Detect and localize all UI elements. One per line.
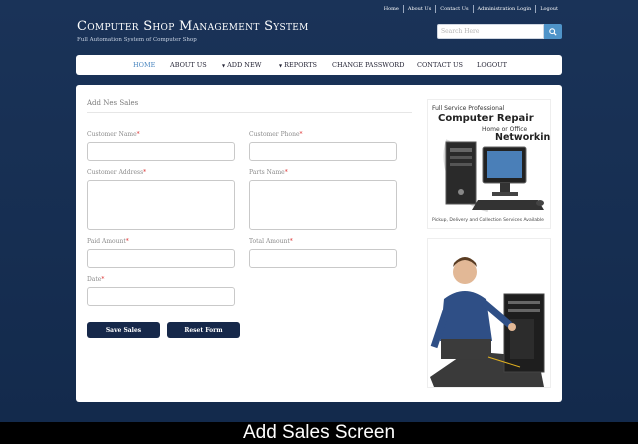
date-text: Date [87,276,102,283]
technician-illustration [430,257,545,387]
search-icon [549,27,557,36]
nav-contact[interactable]: CONTACT US [417,61,463,69]
reset-form-button[interactable]: Reset Form [167,322,240,338]
main-nav: HOME ABOUT US ▼ ADD NEW ▼ REPORTS CHANGE P… [76,55,562,75]
total-amount-text: Total Amount [249,238,290,245]
total-amount-field[interactable] [249,249,397,268]
top-link-contact[interactable]: Contact Us [435,5,472,13]
required-mark: * [289,238,293,245]
nav-about[interactable]: ABOUT US [170,61,207,69]
nav-home[interactable]: HOME [133,61,155,69]
parts-name-text: Parts Name [249,169,285,176]
customer-phone-field[interactable] [249,142,397,161]
nav-add-new[interactable]: ▼ ADD NEW [222,61,261,70]
required-mark: * [101,276,105,283]
search-button[interactable] [544,24,562,39]
save-sales-button[interactable]: Save Sales [87,322,160,338]
required-mark: * [143,169,147,176]
dropdown-arrow-icon: ▼ [279,63,283,68]
nav-reports[interactable]: ▼ REPORTS [279,61,317,70]
required-mark: * [299,131,303,138]
total-amount-label: Total Amount* [249,238,293,246]
required-mark: * [136,131,140,138]
search-bar: Search Here [437,24,562,39]
required-mark: * [284,169,288,176]
dropdown-arrow-icon: ▼ [222,63,226,68]
form-title: Add Nes Sales [87,99,139,107]
site-title[interactable]: Computer Shop Management System [77,20,309,34]
customer-name-label: Customer Name* [87,131,140,139]
required-mark: * [125,238,129,245]
computer-repair-ad: Full Service Professional Computer Repai… [427,99,551,229]
paid-amount-label: Paid Amount* [87,238,129,246]
divider [87,112,412,113]
date-label: Date* [87,276,104,284]
site-brand: Computer Shop Management System Full Aut… [77,20,309,44]
technician-photo [427,238,551,388]
paid-amount-field[interactable] [87,249,235,268]
nav-change-password[interactable]: CHANGE PASSWORD [332,61,404,69]
site-subtitle: Full Automation System of Computer Shop [77,37,197,43]
customer-phone-label: Customer Phone* [249,131,303,139]
nav-add-new-label: ADD NEW [227,61,262,69]
ad-line-4: Networking [495,132,551,143]
screen-caption: Add Sales Screen [0,422,638,444]
parts-name-field[interactable] [249,180,397,230]
ad-line-2: Computer Repair [438,113,534,124]
top-link-about[interactable]: About Us [402,5,435,13]
nav-logout[interactable]: LOGOUT [477,61,507,69]
search-input[interactable]: Search Here [437,24,544,39]
nav-reports-label: REPORTS [284,61,317,69]
top-links: Home About Us Contact Us Administration … [380,5,562,13]
customer-name-text: Customer Name [87,131,137,138]
customer-phone-text: Customer Phone [249,131,300,138]
customer-address-text: Customer Address [87,169,144,176]
top-link-logout[interactable]: Logout [535,5,562,13]
top-link-home[interactable]: Home [380,5,403,13]
customer-address-label: Customer Address* [87,169,146,177]
parts-name-label: Parts Name* [249,169,288,177]
date-field[interactable] [87,287,235,306]
ad-line-5: Pickup, Delivery and Collection Services… [432,218,544,223]
customer-address-field[interactable] [87,180,235,230]
ad-line-1: Full Service Professional [432,105,505,112]
customer-name-field[interactable] [87,142,235,161]
paid-amount-text: Paid Amount [87,238,126,245]
top-link-admin-login[interactable]: Administration Login [472,5,536,13]
